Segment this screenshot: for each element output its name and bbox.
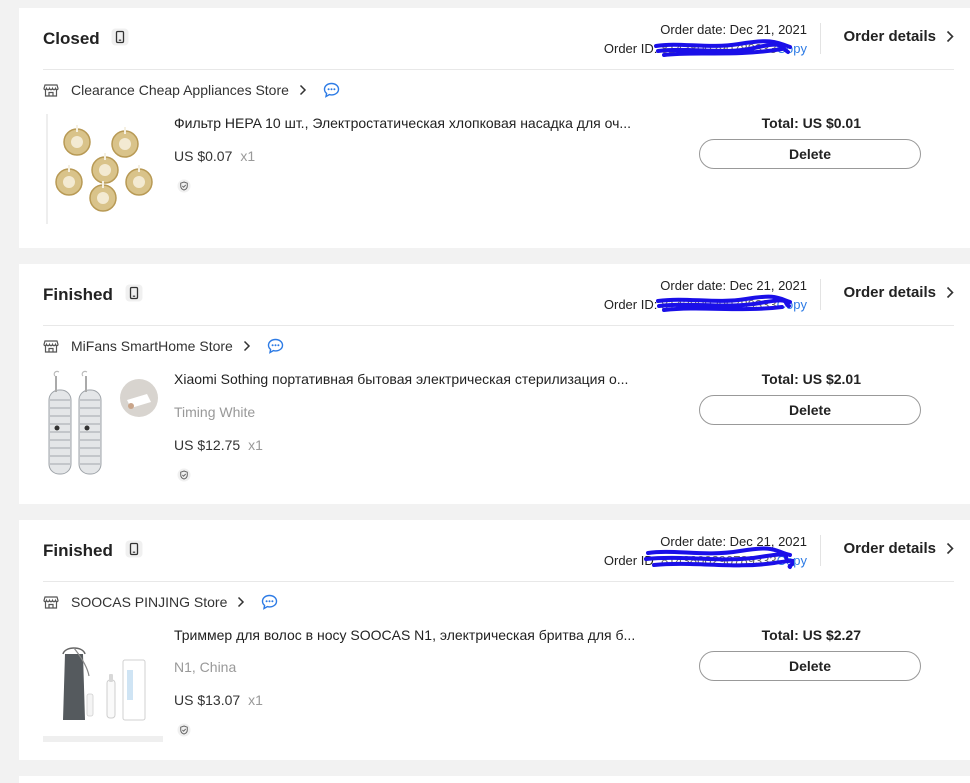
store-row: Clearance Cheap Appliances Store xyxy=(43,80,340,100)
product-quantity: x1 xyxy=(248,692,263,708)
order-details-link[interactable]: Order details xyxy=(843,540,954,557)
order-date: Order date: Dec 21, 2021 xyxy=(660,534,807,549)
order-id-label: Order ID: xyxy=(603,553,661,568)
chevron-right-icon xyxy=(946,30,954,43)
store-icon xyxy=(43,340,59,353)
order-meta: Order date: Dec 21, 2021 Order ID: 81438… xyxy=(604,20,807,58)
order-card: Closed Order date: Dec 21, 2021 Order ID… xyxy=(19,8,970,248)
order-details-label: Order details xyxy=(843,28,936,45)
order-card: Finished Order date: Dec 21, 2021 Order … xyxy=(19,520,970,760)
copy-order-id-link[interactable]: Copy xyxy=(777,41,807,56)
order-details-label: Order details xyxy=(843,284,936,301)
store-row: SOOCAS PINJING Store xyxy=(43,592,278,612)
delete-order-button[interactable]: Delete xyxy=(699,651,921,681)
product-price-line: US $13.07 x1 xyxy=(174,692,263,708)
product-title-link[interactable]: Xiaomi Sothing портативная бытовая элект… xyxy=(174,371,654,387)
store-icon xyxy=(43,596,59,609)
store-icon xyxy=(43,84,59,97)
chevron-right-icon[interactable] xyxy=(299,84,307,96)
product-price-line: US $0.07 x1 xyxy=(174,148,255,164)
buyer-protection-shield-icon xyxy=(177,468,191,482)
chat-icon[interactable] xyxy=(323,82,340,98)
order-card xyxy=(19,776,970,783)
order-status: Closed xyxy=(43,29,100,48)
chat-icon[interactable] xyxy=(267,338,284,354)
order-total: Total: US $2.01 xyxy=(761,371,861,387)
buyer-protection-shield-icon xyxy=(177,179,191,193)
product-title-link[interactable]: Триммер для волос в носу SOOCAS N1, элек… xyxy=(174,627,654,643)
order-id-label: Order ID: xyxy=(603,41,661,56)
store-name-link[interactable]: MiFans SmartHome Store xyxy=(71,338,233,354)
chevron-right-icon xyxy=(946,286,954,299)
chevron-right-icon[interactable] xyxy=(243,340,251,352)
order-details-label: Order details xyxy=(843,540,936,557)
chevron-right-icon[interactable] xyxy=(237,596,245,608)
order-id-value: 8143800290789333 xyxy=(660,41,777,56)
order-id-value: 8143800290789333 xyxy=(660,297,777,312)
order-id-line: Order ID: 8143800290789333Copy xyxy=(604,39,807,58)
order-date: Order date: Dec 21, 2021 xyxy=(660,22,807,37)
product-price: US $0.07 xyxy=(174,148,233,164)
buyer-protection-shield-icon xyxy=(177,723,191,737)
delete-order-button[interactable]: Delete xyxy=(699,139,921,169)
chat-icon[interactable] xyxy=(261,594,278,610)
product-thumbnail[interactable] xyxy=(43,624,163,742)
copy-order-id-link[interactable]: Copy xyxy=(777,297,807,312)
order-header: Finished Order date: Dec 21, 2021 Order … xyxy=(43,520,954,582)
order-status: Finished xyxy=(43,285,113,304)
order-id-line: Order ID: 8143800290789333Copy xyxy=(603,546,807,570)
mobile-device-icon xyxy=(111,28,129,46)
order-status: Finished xyxy=(43,541,113,560)
order-card: Finished Order date: Dec 21, 2021 Order … xyxy=(19,264,970,504)
store-name-link[interactable]: Clearance Cheap Appliances Store xyxy=(71,82,289,98)
mobile-device-icon xyxy=(125,540,143,558)
order-id-value: 8143800290789333 xyxy=(660,553,777,568)
store-row: MiFans SmartHome Store xyxy=(43,336,284,356)
product-quantity: x1 xyxy=(248,437,263,453)
copy-order-id-link[interactable]: Copy xyxy=(777,553,807,568)
product-thumbnail[interactable] xyxy=(43,368,163,486)
order-meta: Order date: Dec 21, 2021 Order ID: 81438… xyxy=(604,276,807,314)
chevron-right-icon xyxy=(946,542,954,555)
product-variant: Timing White xyxy=(174,404,256,420)
order-header: Closed Order date: Dec 21, 2021 Order ID… xyxy=(43,8,954,70)
order-total: Total: US $2.27 xyxy=(761,627,861,643)
order-meta: Order date: Dec 21, 2021 Order ID: 81438… xyxy=(604,532,807,570)
store-name-link[interactable]: SOOCAS PINJING Store xyxy=(71,594,227,610)
product-quantity: x1 xyxy=(240,148,256,164)
header-divider xyxy=(820,23,821,54)
order-date: Order date: Dec 21, 2021 xyxy=(660,278,807,293)
product-title-link[interactable]: Фильтр HEPA 10 шт., Электростатическая х… xyxy=(174,115,654,131)
product-variant: N1, China xyxy=(174,659,237,675)
mobile-device-icon xyxy=(125,284,143,302)
order-id-line: Order ID: 8143800290789333Copy xyxy=(603,294,807,314)
product-price-line: US $12.75 x1 xyxy=(174,437,263,453)
header-divider xyxy=(820,279,821,310)
order-id-label: Order ID: xyxy=(603,297,661,312)
delete-order-button[interactable]: Delete xyxy=(699,395,921,425)
product-thumbnail[interactable] xyxy=(43,112,163,230)
order-total: Total: US $0.01 xyxy=(761,115,861,131)
product-price: US $12.75 xyxy=(174,437,241,453)
order-details-link[interactable]: Order details xyxy=(843,28,954,45)
order-details-link[interactable]: Order details xyxy=(843,284,954,301)
order-header: Finished Order date: Dec 21, 2021 Order … xyxy=(43,264,954,326)
product-price: US $13.07 xyxy=(174,692,241,708)
header-divider xyxy=(820,535,821,566)
